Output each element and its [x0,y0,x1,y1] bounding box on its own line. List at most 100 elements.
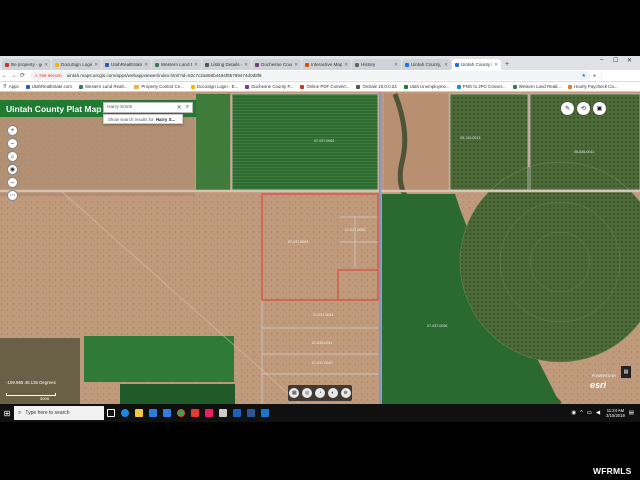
bookmark-item[interactable]: Duchesne County P... [245,84,293,89]
chevron-up-icon[interactable]: ^ [580,410,583,416]
calculator-icon[interactable] [216,404,230,422]
not-secure-label[interactable]: ⚠ Not secure [34,73,62,79]
close-window-icon[interactable]: ✕ [627,57,632,64]
edge-icon[interactable] [118,404,132,422]
close-tab-icon[interactable]: ✕ [44,62,48,68]
bookmark-item[interactable]: Online PDF Convert... [300,84,349,89]
app-icon[interactable] [230,404,244,422]
close-tab-icon[interactable]: ✕ [394,62,398,68]
browser-tab[interactable]: Be property - ge...✕ [2,59,51,70]
more-tools-button[interactable]: ⋯ [7,190,18,201]
map-view[interactable]: 07-037-0062 05-126-0013 07-037-0054 07-0… [0,92,640,404]
bookmark-favicon-icon [25,84,30,89]
windows-icon[interactable]: ⊞ [0,404,14,422]
app-icon[interactable] [188,404,202,422]
browser-tab[interactable]: DocuSign Login - ...✕ [52,59,101,70]
basemap-tool-button[interactable]: ▣ [593,102,606,115]
close-tab-icon[interactable]: ✕ [494,62,498,68]
bookmark-favicon-icon [245,84,250,89]
bookmark-folder[interactable]: Property Control Ce... [134,84,184,89]
browser-tab[interactable]: History ✕ [352,59,401,70]
browser-tab[interactable]: Listing Details - W...✕ [202,59,251,70]
watermark: WFRMLS [593,466,632,476]
panel-toggle-button[interactable]: ▤ [621,366,631,378]
clear-search-icon[interactable]: ✕ [177,104,182,111]
file-explorer-icon[interactable] [132,404,146,422]
locate-button[interactable]: ◉ [7,164,18,175]
bookmark-apps[interactable]: ⠿ Apps [3,84,19,90]
new-tab-button[interactable]: + [505,59,509,70]
chrome-icon[interactable] [174,404,188,422]
bookmark-star-icon[interactable]: ★ [582,73,586,79]
search-icon: ⌕ [18,409,22,416]
menu-icon[interactable]: ⋮ [599,73,604,79]
url-field[interactable]: ⚠ Not secure uintah.maps.arcgis.com/apps… [30,71,590,80]
bookmark-item[interactable]: Western Land Realt... [512,84,561,89]
word-icon[interactable] [244,404,258,422]
tab-label: DocuSign Login - ... [61,62,93,67]
parcel-label: 07-037-0036 [427,324,448,328]
bookmark-label: Property Control Ce... [141,84,184,89]
home-button[interactable]: ⌂ [7,151,18,162]
mail-icon[interactable] [160,404,174,422]
layer-list-button[interactable]: ▦ [289,388,300,398]
windows-taskbar: ⊞ ⌕ Type here to search ◉ ^ ▭ ◀ 11:24 AM… [0,404,640,422]
bookmark-favicon-icon [403,84,408,89]
close-tab-icon[interactable]: ✕ [344,62,348,68]
close-tab-icon[interactable]: ✕ [144,62,148,68]
task-view-icon[interactable] [104,404,118,422]
draw-button[interactable]: ◔ [314,388,325,398]
network-icon[interactable]: ▭ [587,410,592,416]
maximize-icon[interactable]: ☐ [613,57,618,64]
close-tab-icon[interactable]: ✕ [444,62,448,68]
bookmark-item[interactable]: Western Land Realt... [78,84,127,89]
refresh-tool-button[interactable]: ⟲ [577,102,590,115]
back-arrow-icon[interactable]: ← [0,73,9,79]
print-button[interactable]: ⊕ [340,388,351,398]
search-box[interactable]: ✕ ⌕ [103,102,193,113]
parcel-label: 07-035-0041 [312,341,333,345]
browser-tab[interactable]: Duchesne County ...✕ [252,59,301,70]
app-icon[interactable] [202,404,216,422]
crop-field [196,94,230,190]
taskbar-search[interactable]: ⌕ Type here to search [14,406,104,420]
forward-arrow-icon[interactable]: → [9,73,18,79]
outlook-icon[interactable] [258,404,272,422]
close-tab-icon[interactable]: ✕ [194,62,198,68]
swipe-button[interactable]: ⇔ [7,177,18,188]
bookmark-item[interactable]: OnSale 10.0.0.23 [356,84,397,89]
bookmark-item[interactable]: UtahRealEstate.com [25,84,72,89]
bookmark-item[interactable]: Utah Unemployme... [403,84,450,89]
browser-tab[interactable]: Interactive Map ...✕ [302,59,351,70]
search-input[interactable] [107,105,175,110]
measure-button[interactable]: ◎ [302,388,313,398]
reload-icon[interactable]: ⟳ [18,72,27,79]
bookmark-item[interactable]: Hourly Paycheck Ca... [568,84,617,89]
tab-favicon-icon [5,62,9,67]
extension-icon[interactable]: ● [593,73,596,79]
browser-tab[interactable]: UtahRealEstate.com✕ [102,59,151,70]
chrome-tray-icon[interactable]: ◉ [571,410,576,416]
tab-favicon-icon [155,62,159,67]
tab-favicon-icon [305,62,309,67]
search-icon[interactable]: ⌕ [186,104,189,111]
store-icon[interactable] [146,404,160,422]
close-tab-icon[interactable]: ✕ [294,62,298,68]
close-tab-icon[interactable]: ✕ [94,62,98,68]
volume-icon[interactable]: ◀ [596,410,600,416]
clock[interactable]: 11:24 AM 2/15/2019 [606,408,625,419]
legend-button[interactable]: ◐ [327,388,338,398]
browser-tab[interactable]: Western Land Realt...✕ [152,59,201,70]
bookmark-item[interactable]: PNG to JPG Conver... [456,84,506,89]
browser-tab[interactable]: Uintah County, UT✕ [402,59,451,70]
zoom-in-button[interactable]: + [7,125,18,136]
edit-tool-button[interactable]: ✎ [561,102,574,115]
zoom-out-button[interactable]: – [7,138,18,149]
browser-tab-active[interactable]: Uintah County Pla...✕ [452,59,501,70]
close-tab-icon[interactable]: ✕ [244,62,248,68]
bookmark-item[interactable]: DocuSign Login - E... [190,84,238,89]
esri-logo: esri [590,380,607,390]
search-suggestion[interactable]: Show search results for Harry S... [103,114,183,124]
minimize-icon[interactable]: – [600,57,603,63]
notification-icon[interactable]: ▤ [629,410,634,416]
